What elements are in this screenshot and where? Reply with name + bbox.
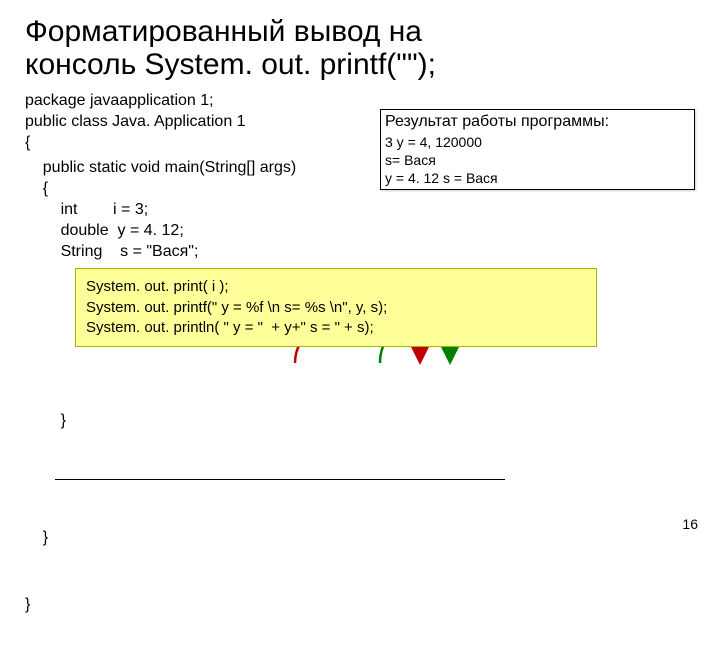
result-header: Результат работы программы: bbox=[385, 112, 690, 133]
result-line-2: s= Вася bbox=[385, 151, 690, 169]
result-line-3: y = 4. 12 s = Вася bbox=[385, 169, 690, 187]
brace-inner: } bbox=[25, 410, 695, 432]
separator-line bbox=[55, 479, 505, 480]
highlighted-code: System. out. print( i ); System. out. pr… bbox=[75, 268, 597, 347]
brace-outer: } bbox=[25, 594, 695, 616]
slide-title: Форматированный вывод на консоль System.… bbox=[25, 15, 695, 81]
result-line-1: 3 y = 4, 120000 bbox=[385, 133, 690, 151]
closing-braces: } } } bbox=[25, 365, 695, 661]
page-number: 16 bbox=[682, 516, 698, 532]
brace-mid: } bbox=[25, 527, 695, 549]
result-box: Результат работы программы: 3 y = 4, 120… bbox=[380, 109, 695, 190]
